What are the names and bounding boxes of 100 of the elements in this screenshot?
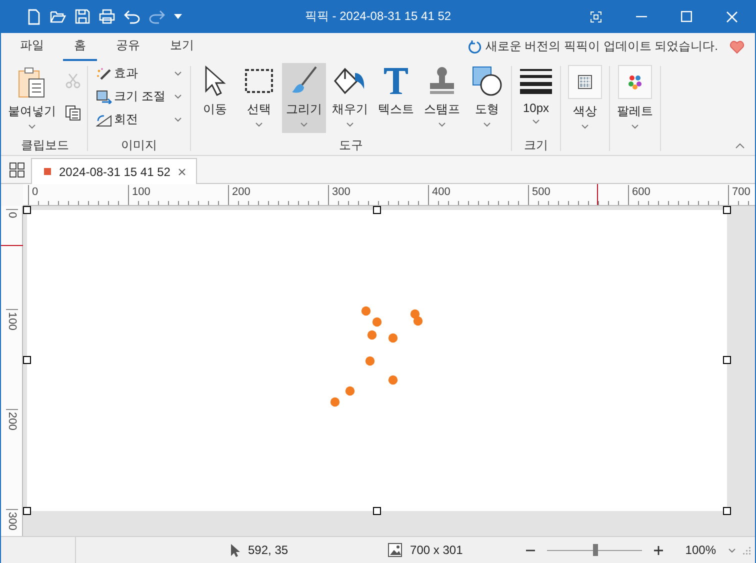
document-tab[interactable]: 2024-08-31 15 41 52 <box>31 158 198 184</box>
paste-button[interactable]: 붙여넣기 <box>5 63 59 129</box>
pointer-icon <box>203 65 227 97</box>
menu-tab[interactable]: 공유 <box>105 32 151 60</box>
collapse-ribbon-icon[interactable] <box>735 143 745 149</box>
image-menu-button[interactable]: 크기 조절 <box>94 87 184 106</box>
resize-handle[interactable] <box>23 356 31 364</box>
chevron-icon <box>346 122 354 127</box>
copy-icon[interactable] <box>65 105 81 121</box>
ruler-label: 200 <box>228 185 250 205</box>
resize-handle[interactable] <box>373 206 381 214</box>
resize-handle[interactable] <box>23 206 31 214</box>
paint-dot <box>413 316 423 326</box>
menu-tab[interactable]: 보기 <box>159 32 205 60</box>
ruler-label: 400 <box>428 185 450 205</box>
menu-tab[interactable]: 파일 <box>9 32 55 60</box>
group-label: 크기 <box>524 137 548 154</box>
paint-dot <box>372 317 382 327</box>
image-icon <box>388 543 402 557</box>
resize-handle[interactable] <box>23 507 31 515</box>
redo-icon[interactable] <box>149 10 165 24</box>
ruler-label: 600 <box>628 185 650 205</box>
zoom-slider[interactable] <box>547 543 642 557</box>
image-menu-button[interactable]: 효과 <box>94 64 184 83</box>
resize-handle[interactable] <box>723 507 731 515</box>
paint-dot <box>361 306 371 316</box>
tool-button[interactable]: 이동 <box>194 63 236 133</box>
color-grid-icon <box>568 65 602 99</box>
ruler-label: 0 <box>6 209 18 218</box>
group-label: 이미지 <box>121 137 157 154</box>
ruler-label: 300 <box>328 185 350 205</box>
zoom-level[interactable]: 100% <box>685 543 716 557</box>
wand-icon <box>96 66 112 80</box>
menu-tab[interactable]: 홈 <box>63 32 97 60</box>
window-title: 픽픽 - 2024-08-31 15 41 52 <box>304 8 452 25</box>
tab-color-icon <box>44 168 51 175</box>
paint-dot <box>388 333 398 343</box>
heart-icon[interactable] <box>729 40 745 54</box>
ruler-label: 0 <box>28 185 38 205</box>
chevron-icon <box>438 122 446 127</box>
tool-button[interactable]: 텍스트 <box>374 63 418 133</box>
open-folder-icon[interactable] <box>50 10 66 24</box>
maximize-icon[interactable] <box>681 11 692 22</box>
image-menu-button[interactable]: 회전 <box>94 110 184 129</box>
tool-button[interactable]: 스탬프 <box>420 63 464 133</box>
text-tool-icon <box>383 65 409 97</box>
clipboard-icon <box>17 67 47 99</box>
cursor-icon <box>230 543 240 557</box>
tool-button[interactable]: 채우기 <box>328 63 372 133</box>
palette-dots-icon <box>618 65 652 99</box>
stamp-icon <box>427 65 457 97</box>
chevron-icon <box>255 122 263 127</box>
palette-button[interactable]: 팔레트 <box>613 63 657 133</box>
chevron-icon <box>581 124 589 129</box>
paint-dot <box>410 309 420 319</box>
undo-icon[interactable] <box>124 10 140 24</box>
tool-button[interactable]: 선택 <box>238 63 280 133</box>
rotate-icon <box>96 112 112 126</box>
refresh-icon <box>468 40 482 54</box>
tool-button[interactable]: 도형 <box>466 63 508 133</box>
resize-handle[interactable] <box>723 356 731 364</box>
capture-icon[interactable] <box>590 10 602 22</box>
paint-dot <box>345 386 355 396</box>
resize-icon <box>96 90 112 104</box>
ruler-label: 100 <box>128 185 150 205</box>
group-label: 도구 <box>339 137 363 154</box>
paint-dot <box>365 356 375 366</box>
chevron-icon <box>28 124 36 129</box>
grid-view-icon[interactable] <box>9 162 25 178</box>
tool-button[interactable]: 그리기 <box>282 63 326 133</box>
chevron-icon <box>174 71 182 76</box>
update-notice[interactable]: 새로운 버전의 픽픽이 업데이트 되었습니다. <box>485 38 718 55</box>
paint-dot <box>330 397 340 407</box>
close-tab-icon[interactable] <box>178 168 186 176</box>
ruler-label: 100 <box>6 309 18 330</box>
zoom-in-icon[interactable] <box>654 546 664 554</box>
ruler-label: 200 <box>6 409 18 430</box>
image-size: 700 x 301 <box>410 543 463 557</box>
zoom-slider-thumb[interactable] <box>592 544 598 556</box>
resize-handle[interactable] <box>723 206 731 214</box>
paint-dot <box>367 330 377 340</box>
save-icon[interactable] <box>75 9 90 24</box>
group-label: 클립보드 <box>21 137 69 154</box>
chevron-icon[interactable] <box>728 548 736 552</box>
print-icon[interactable] <box>99 9 115 24</box>
close-icon[interactable] <box>726 10 738 22</box>
dropdown-caret-icon[interactable] <box>174 14 182 19</box>
chevron-icon <box>174 117 182 122</box>
resize-handle[interactable] <box>373 507 381 515</box>
ruler-label: 700 <box>728 185 750 205</box>
color-button[interactable]: 색상 <box>564 63 606 133</box>
new-file-icon[interactable] <box>27 8 41 24</box>
chevron-icon <box>532 119 540 124</box>
chevron-icon <box>174 94 182 99</box>
minimize-icon[interactable] <box>636 16 647 18</box>
size-button[interactable]: 10px <box>515 63 557 133</box>
ruler-label: 500 <box>528 185 550 205</box>
cursor-position: 592, 35 <box>248 543 288 557</box>
paint-dot <box>388 375 398 385</box>
document-tab-title: 2024-08-31 15 41 52 <box>59 164 170 178</box>
